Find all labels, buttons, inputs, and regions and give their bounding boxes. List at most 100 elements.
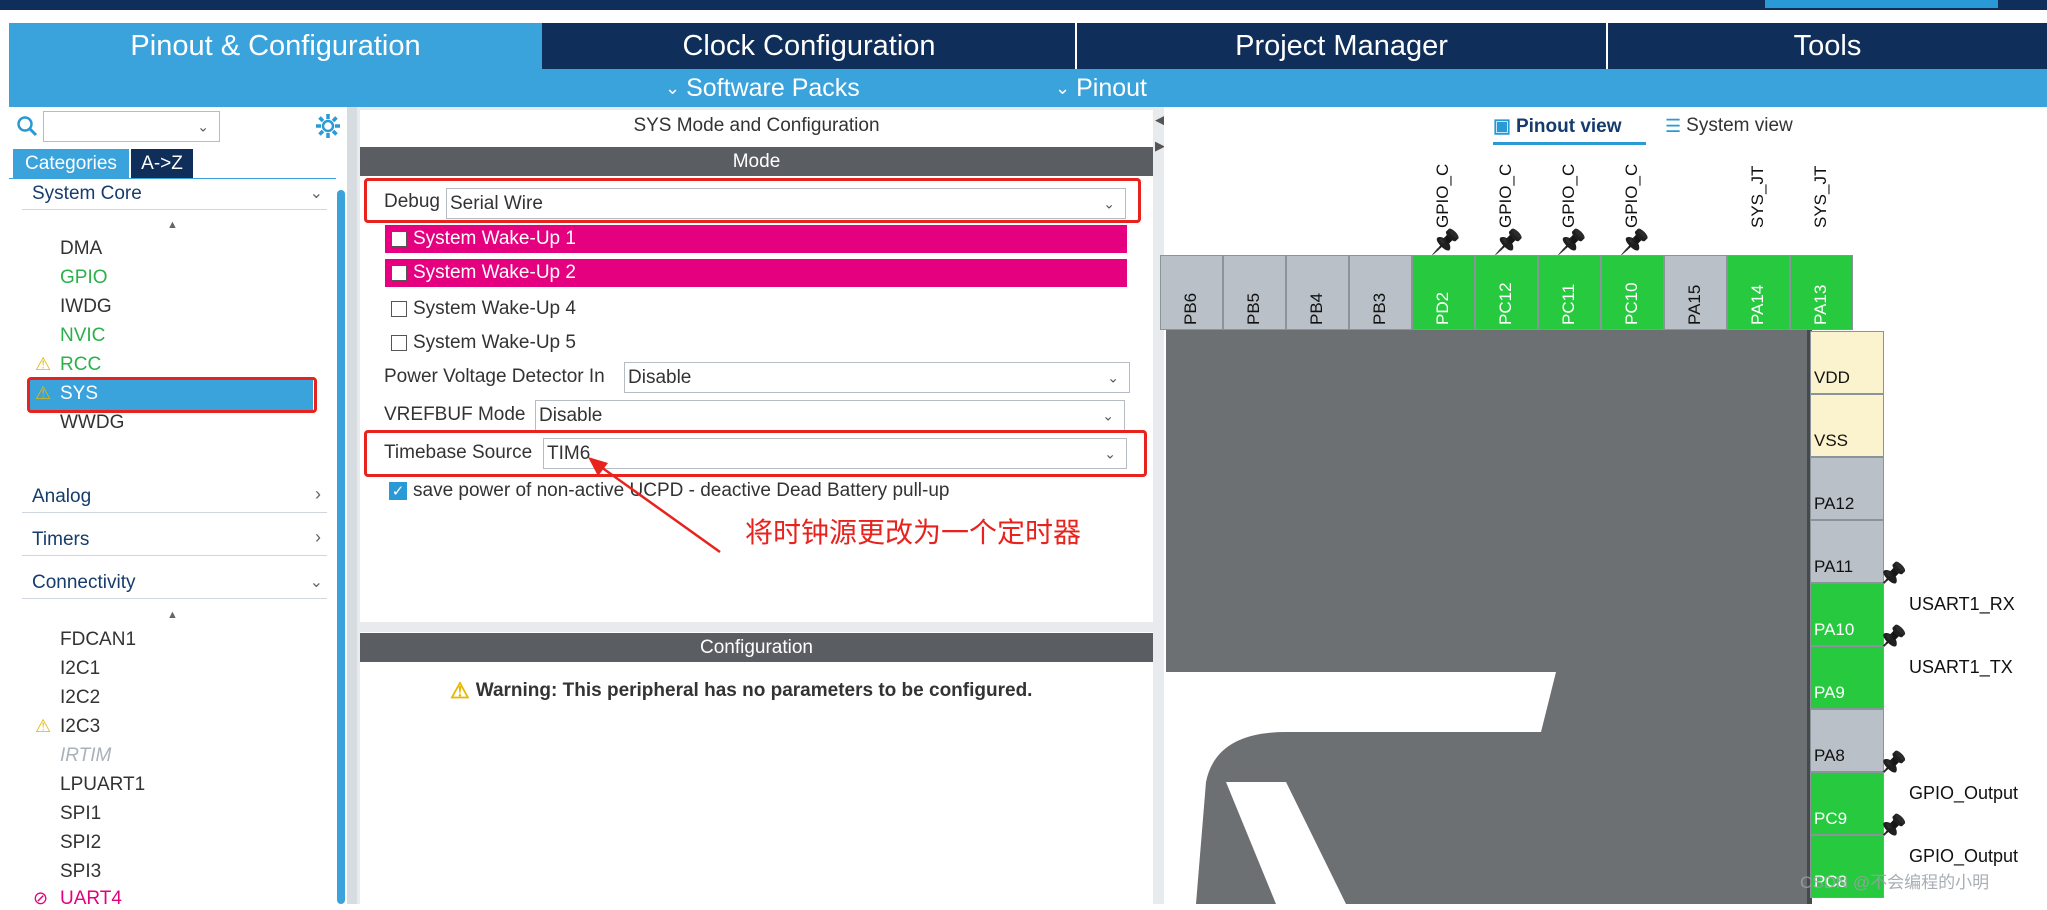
sidebar-item-i2c3[interactable]: I2C3 [60,716,100,738]
vrefbuf-select[interactable]: Disable ⌄ [535,400,1125,431]
sidebar-item-label: IRTIM [60,745,112,766]
pin-pc9[interactable]: PC9 📌 GPIO_Output [1810,772,2018,841]
pinout-menu-label: Pinout [1076,73,1147,102]
pinout-view-button[interactable]: ▣ Pinout view [1493,115,1622,138]
pin-name: PA15 [1684,284,1704,325]
tab-pinout-label: Pinout & Configuration [130,29,421,62]
pin-pa14[interactable]: PA14 SYS_JT [1727,166,1790,330]
tab-categories[interactable]: Categories [13,149,129,178]
configuration-section [360,632,1153,904]
pin-pb6[interactable]: PB6 [1160,255,1223,330]
sidebar-item-spi2[interactable]: SPI2 [60,832,101,854]
gear-icon[interactable] [314,112,342,145]
scroll-up-icon[interactable]: ▲ [167,609,178,621]
active-view-underline [1493,142,1646,145]
section-system-core[interactable]: System Core ⌄ [22,183,327,211]
scroll-up-icon[interactable]: ▲ [167,219,178,231]
pvd-label: Power Voltage Detector In [384,366,605,388]
pin-pd2[interactable]: PD2 GPIO_C 📌 [1412,164,1475,330]
sidebar-item-rcc[interactable]: RCC [60,354,101,376]
sidebar-item-iwdg[interactable]: IWDG [60,296,112,318]
search-icon[interactable] [15,114,39,143]
wakeup-5-option[interactable]: System Wake-Up 5 [391,329,576,357]
pin-pb3[interactable]: PB3 [1349,255,1412,330]
annotation-highlight-box [27,377,317,413]
sidebar-item-label: I2C3 [60,716,101,737]
pin-pa8[interactable]: PA8 📌 [1810,709,1907,778]
sidebar-item-uart4[interactable]: UART4 [60,888,122,910]
system-view-button[interactable]: ☰ System view [1665,115,1793,137]
tab-tools-label: Tools [1793,29,1862,62]
pin-vdd[interactable]: VDD [1810,331,1884,394]
pinout-menu[interactable]: ⌄ Pinout [1055,69,1147,107]
pushpin-icon: 📌 [1556,229,1587,256]
pin-pa15[interactable]: PA15 [1664,255,1727,330]
sub-toolbar [9,69,2047,107]
panel-splitter[interactable] [347,107,357,904]
divider [22,598,327,599]
sidebar-scrollbar[interactable] [337,190,345,904]
pin-pb5[interactable]: PB5 [1223,255,1286,330]
vrefbuf-label-text: VREFBUF Mode [384,404,526,425]
sidebar-item-spi3[interactable]: SPI3 [60,861,101,883]
pin-pa9[interactable]: PA9 USART1_TX [1810,646,2013,709]
sidebar-item-label: LPUART1 [60,774,146,795]
tab-clock-configuration[interactable]: Clock Configuration [544,23,1074,69]
tab-a-to-z[interactable]: A->Z [131,149,193,178]
sidebar-item-gpio[interactable]: GPIO [60,267,108,289]
pin-signal-label: SYS_JT [1747,165,1767,228]
title-strip [0,0,2047,10]
section-timers[interactable]: Timers › [22,527,327,557]
pin-pa10[interactable]: PA10 📌 USART1_RX [1810,583,2015,652]
wakeup-5-checkbox[interactable] [391,335,407,351]
sidebar-item-lpuart1[interactable]: LPUART1 [60,774,145,796]
sidebar-item-spi1[interactable]: SPI1 [60,803,101,825]
pin-pc11[interactable]: PC11 GPIO_C 📌 [1538,164,1601,330]
pin-signal-label: SYS_JT [1810,165,1830,228]
checkbox-checked-icon[interactable]: ✓ [389,482,407,500]
sidebar-item-i2c2[interactable]: I2C2 [60,687,100,709]
pin-name: PC10 [1621,282,1641,325]
pin-pb4[interactable]: PB4 [1286,255,1349,330]
annotation-text-content: 将时钟源更改为一个定时器 [745,516,1082,549]
tab-project-manager[interactable]: Project Manager [1077,23,1606,69]
sidebar-item-label: RCC [60,354,102,375]
wakeup-1-option[interactable]: System Wake-Up 1 [385,225,1127,253]
pin-pa11[interactable]: PA11 📌 [1810,520,1907,589]
tab-pinout-configuration[interactable]: Pinout & Configuration [9,23,542,69]
sidebar-item-dma[interactable]: DMA [60,238,102,260]
search-input[interactable]: ⌄ [43,111,220,142]
software-packs-menu[interactable]: ⌄ Software Packs [665,69,860,107]
tab-categories-label: Categories [25,152,117,174]
pin-pc10[interactable]: PC10 GPIO_C 📌 [1601,164,1664,330]
pin-name: VSS [1814,431,1849,450]
pvd-select[interactable]: Disable ⌄ [624,362,1130,393]
no-parameters-warning: ⚠ Warning: This peripheral has no parame… [450,678,1032,704]
tab-project-label: Project Manager [1235,29,1448,62]
wakeup-2-option[interactable]: System Wake-Up 2 [385,259,1127,287]
divider [22,512,327,513]
sidebar-item-fdcan1[interactable]: FDCAN1 [60,629,136,651]
pin-name: PB5 [1243,292,1263,325]
pin-pa12[interactable]: PA12 [1810,457,1884,520]
pin-signal-label: GPIO_C [1558,163,1578,228]
sidebar-item-i2c1[interactable]: I2C1 [60,658,100,680]
pin-pa13[interactable]: PA13 SYS_JT [1790,166,1853,330]
pin-pc12[interactable]: PC12 GPIO_C 📌 [1475,164,1538,330]
pin-name: PA9 [1814,683,1845,702]
chevron-down-icon: ⌄ [1102,407,1114,423]
wakeup-4-option[interactable]: System Wake-Up 4 [391,295,576,323]
sidebar-item-wwdg[interactable]: WWDG [60,412,124,434]
panel-splitter[interactable] [1154,107,1164,904]
wakeup-1-checkbox[interactable] [391,231,407,247]
wakeup-2-checkbox[interactable] [391,265,407,281]
section-connectivity[interactable]: Connectivity ⌄ [22,572,327,600]
tab-tools[interactable]: Tools [1608,23,2047,69]
wakeup-5-label: System Wake-Up 5 [413,332,576,353]
wakeup-4-checkbox[interactable] [391,301,407,317]
pin-vss[interactable]: VSS [1810,394,1884,457]
sidebar-item-irtim[interactable]: IRTIM [60,745,111,767]
chevron-down-icon: ⌄ [1107,369,1119,385]
section-analog[interactable]: Analog › [22,484,327,514]
sidebar-item-nvic[interactable]: NVIC [60,325,105,347]
